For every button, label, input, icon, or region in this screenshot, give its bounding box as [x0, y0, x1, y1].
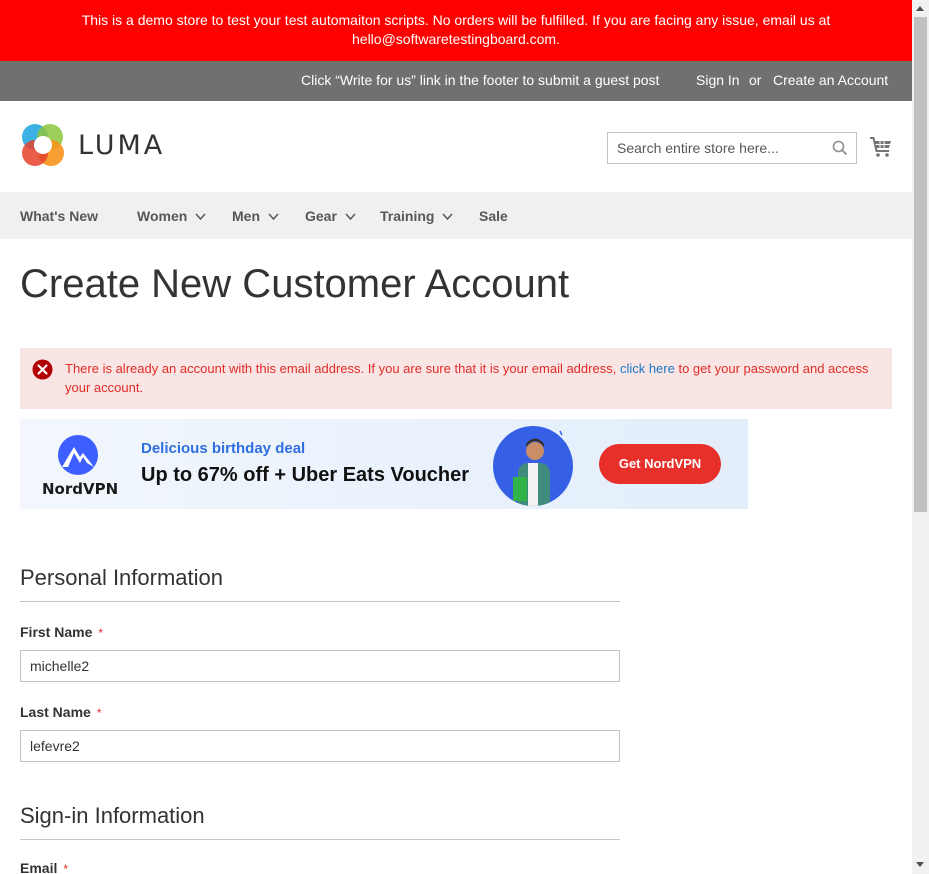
or-separator: or	[749, 72, 762, 88]
ad-person-illustration	[493, 426, 573, 506]
email-label: Email *	[20, 860, 68, 874]
nav-item-label: What's New	[20, 208, 99, 224]
required-mark: *	[96, 706, 102, 720]
error-icon	[32, 359, 53, 380]
first-name-field[interactable]	[20, 650, 620, 682]
chevron-down-icon	[345, 212, 356, 220]
nav-item-label: Women	[137, 208, 188, 224]
get-nordvpn-button[interactable]: Get NordVPN	[599, 444, 721, 484]
nordvpn-logo-text: NordVPN	[42, 480, 119, 498]
nav-item-men[interactable]: Men	[232, 208, 279, 224]
ad-headline: Up to 67% off + Uber Eats Voucher	[141, 464, 470, 486]
nav-item-label: Sale	[479, 208, 508, 224]
luma-logo[interactable]: LUMA	[20, 123, 180, 169]
nav-item-label: Men	[232, 208, 260, 224]
nav-item-label: Gear	[305, 208, 337, 224]
luma-logo-icon	[22, 124, 64, 166]
nordvpn-ad-banner[interactable]: NordVPN Delicious birthday deal Up to 67…	[20, 419, 748, 509]
nav-item-sale[interactable]: Sale	[479, 208, 508, 224]
nav-item-whats-new[interactable]: What's New	[20, 208, 98, 224]
sign-in-link[interactable]: Sign In	[696, 72, 740, 88]
scrollbar-thumb[interactable]	[914, 17, 927, 512]
last-name-label: Last Name *	[20, 704, 101, 720]
scroll-down-arrow-icon[interactable]	[916, 862, 924, 867]
header: LUMA	[0, 101, 912, 192]
last-name-field[interactable]	[20, 730, 620, 762]
chevron-down-icon	[268, 212, 279, 220]
nav-item-gear[interactable]: Gear	[305, 208, 356, 224]
guest-post-notice: Click “Write for us” link in the footer …	[301, 72, 660, 88]
logo-text: LUMA	[78, 130, 166, 161]
last-name-label-text: Last Name	[20, 704, 91, 720]
chevron-down-icon	[195, 212, 206, 220]
search-input[interactable]	[608, 133, 828, 163]
ad-tagline: Delicious birthday deal	[141, 440, 306, 457]
click-here-link[interactable]: click here	[620, 361, 675, 376]
nav-item-training[interactable]: Training	[380, 208, 454, 224]
top-links-bar: Click “Write for us” link in the footer …	[0, 61, 912, 101]
error-text-before: There is already an account with this em…	[65, 361, 620, 376]
email-label-text: Email	[20, 860, 58, 874]
main-navigation: What's New Women Men Gear Training Sale	[0, 192, 912, 239]
scroll-up-arrow-icon[interactable]	[916, 6, 924, 11]
nav-item-women[interactable]: Women	[137, 208, 206, 224]
first-name-label-text: First Name	[20, 624, 93, 640]
cart-icon[interactable]	[869, 135, 893, 159]
first-name-label: First Name *	[20, 624, 103, 640]
required-mark: *	[63, 862, 69, 874]
required-mark: *	[98, 626, 104, 640]
error-message: There is already an account with this em…	[20, 348, 892, 409]
search-icon[interactable]	[832, 140, 848, 156]
chevron-down-icon	[442, 212, 454, 220]
page-title: Create New Customer Account	[20, 262, 570, 306]
banner-line-2: hello@softwaretestingboard.com.	[352, 31, 560, 47]
nav-item-label: Training	[380, 208, 435, 224]
banner-line-1: This is a demo store to test your test a…	[81, 12, 831, 28]
sign-in-information-title: Sign-in Information	[20, 803, 620, 840]
page: This is a demo store to test your test a…	[0, 0, 912, 874]
vertical-scrollbar[interactable]	[912, 0, 929, 874]
demo-store-banner: This is a demo store to test your test a…	[0, 0, 912, 61]
personal-information-title: Personal Information	[20, 565, 620, 602]
search-box	[607, 132, 857, 164]
create-account-link[interactable]: Create an Account	[773, 72, 888, 88]
